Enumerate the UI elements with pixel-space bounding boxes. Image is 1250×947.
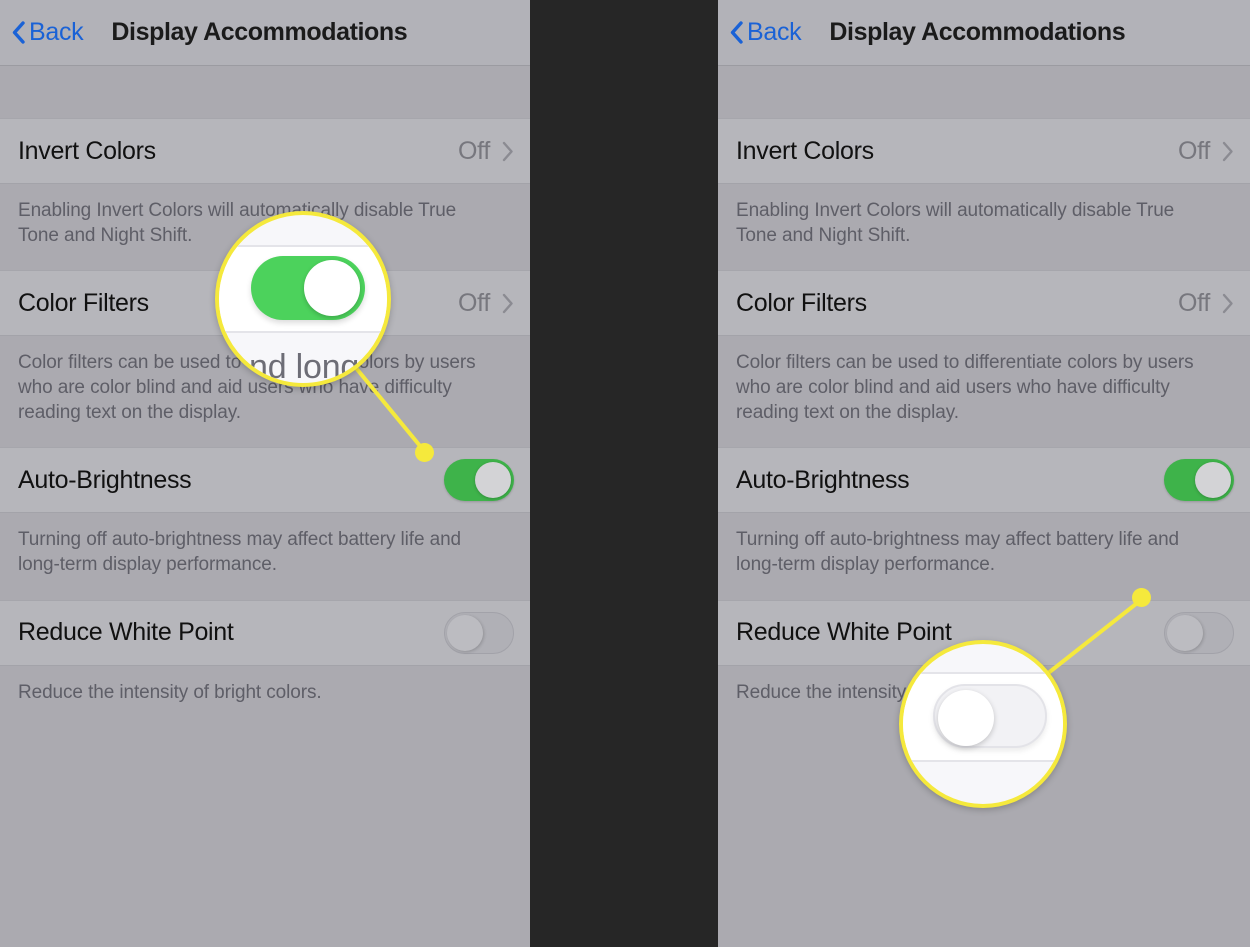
row-description: Turning off auto-brightness may affect b… xyxy=(718,513,1250,600)
row-label: Auto-Brightness xyxy=(18,465,192,494)
back-button-left[interactable]: Back xyxy=(12,18,84,47)
toggle-knob xyxy=(447,614,483,651)
row-label: Reduce White Point xyxy=(18,618,234,647)
toggle-reduce-white-point[interactable] xyxy=(1164,611,1234,654)
nav-bar-left: Back Display Accommodations xyxy=(0,0,530,66)
row-value: Off xyxy=(1178,136,1210,165)
row-label: Invert Colors xyxy=(736,136,874,165)
callout-anchor-dot-left xyxy=(415,443,434,462)
setting-row-invert-colors[interactable]: Invert Colors Off xyxy=(718,118,1250,184)
toggle-knob xyxy=(1167,614,1203,651)
setting-row-auto-brightness[interactable]: Auto-Brightness xyxy=(0,447,530,514)
toggle-knob xyxy=(1195,462,1231,499)
setting-row-invert-colors[interactable]: Invert Colors Off xyxy=(0,118,530,184)
magnified-toggle-knob xyxy=(938,690,994,746)
chevron-right-icon xyxy=(1222,141,1234,162)
magnified-toggle-knob xyxy=(304,260,360,316)
phone-screen-left: Back Display Accommodations Invert Color… xyxy=(0,0,530,947)
back-button-right[interactable]: Back xyxy=(730,18,802,47)
callout-row-divider-bottom xyxy=(903,760,1063,762)
setting-row-reduce-white-point[interactable]: Reduce White Point xyxy=(0,599,530,666)
row-value: Off xyxy=(458,136,490,165)
panel-divider xyxy=(530,0,718,947)
magnified-row-text: nd long xyxy=(249,348,360,386)
row-label: Auto-Brightness xyxy=(736,465,910,494)
callout-anchor-dot-right xyxy=(1132,588,1151,607)
toggle-auto-brightness[interactable] xyxy=(444,459,514,502)
chevron-right-icon xyxy=(502,293,514,314)
settings-list-left: Invert Colors Off Enabling Invert Colors… xyxy=(0,66,530,947)
magnified-toggle-off xyxy=(933,684,1047,748)
screenshot-stage: Back Display Accommodations Invert Color… xyxy=(0,0,1250,947)
row-label: Invert Colors xyxy=(18,136,156,165)
toggle-reduce-white-point[interactable] xyxy=(444,611,514,654)
chevron-right-icon xyxy=(502,141,514,162)
callout-magnifier-right xyxy=(899,640,1067,808)
toggle-knob xyxy=(475,462,511,499)
list-top-spacer-left xyxy=(0,66,530,118)
callout-magnifier-left: nd long xyxy=(215,211,391,387)
page-title-right: Display Accommodations xyxy=(829,18,1126,46)
callout-row-divider-bottom xyxy=(219,331,387,333)
row-description: Color filters can be used to differentia… xyxy=(718,336,1250,448)
list-bottom-filler-left xyxy=(0,750,530,947)
magnified-toggle-on xyxy=(251,256,365,320)
row-description: Enabling Invert Colors will automaticall… xyxy=(718,184,1250,271)
row-value: Off xyxy=(458,288,490,317)
settings-list-right: Invert Colors Off Enabling Invert Colors… xyxy=(718,66,1250,947)
chevron-left-icon xyxy=(12,21,25,44)
list-top-spacer-right xyxy=(718,66,1250,118)
chevron-left-icon xyxy=(730,21,743,44)
row-value: Off xyxy=(1178,288,1210,317)
back-label-left: Back xyxy=(29,18,84,46)
setting-row-color-filters[interactable]: Color Filters Off xyxy=(718,270,1250,337)
toggle-auto-brightness[interactable] xyxy=(1164,459,1234,502)
callout-row-divider-top xyxy=(903,672,1063,674)
row-label: Color Filters xyxy=(736,288,867,317)
page-title-left: Display Accommodations xyxy=(111,18,408,46)
chevron-right-icon xyxy=(1222,293,1234,314)
row-description: Turning off auto-brightness may affect b… xyxy=(0,513,530,600)
row-label: Reduce White Point xyxy=(736,618,952,647)
row-description: Reduce the intensity of bright colors. xyxy=(0,665,530,751)
nav-bar-right: Back Display Accommodations xyxy=(718,0,1250,66)
back-label-right: Back xyxy=(747,18,802,46)
setting-row-auto-brightness[interactable]: Auto-Brightness xyxy=(718,447,1250,514)
callout-row-divider-top xyxy=(219,245,387,247)
